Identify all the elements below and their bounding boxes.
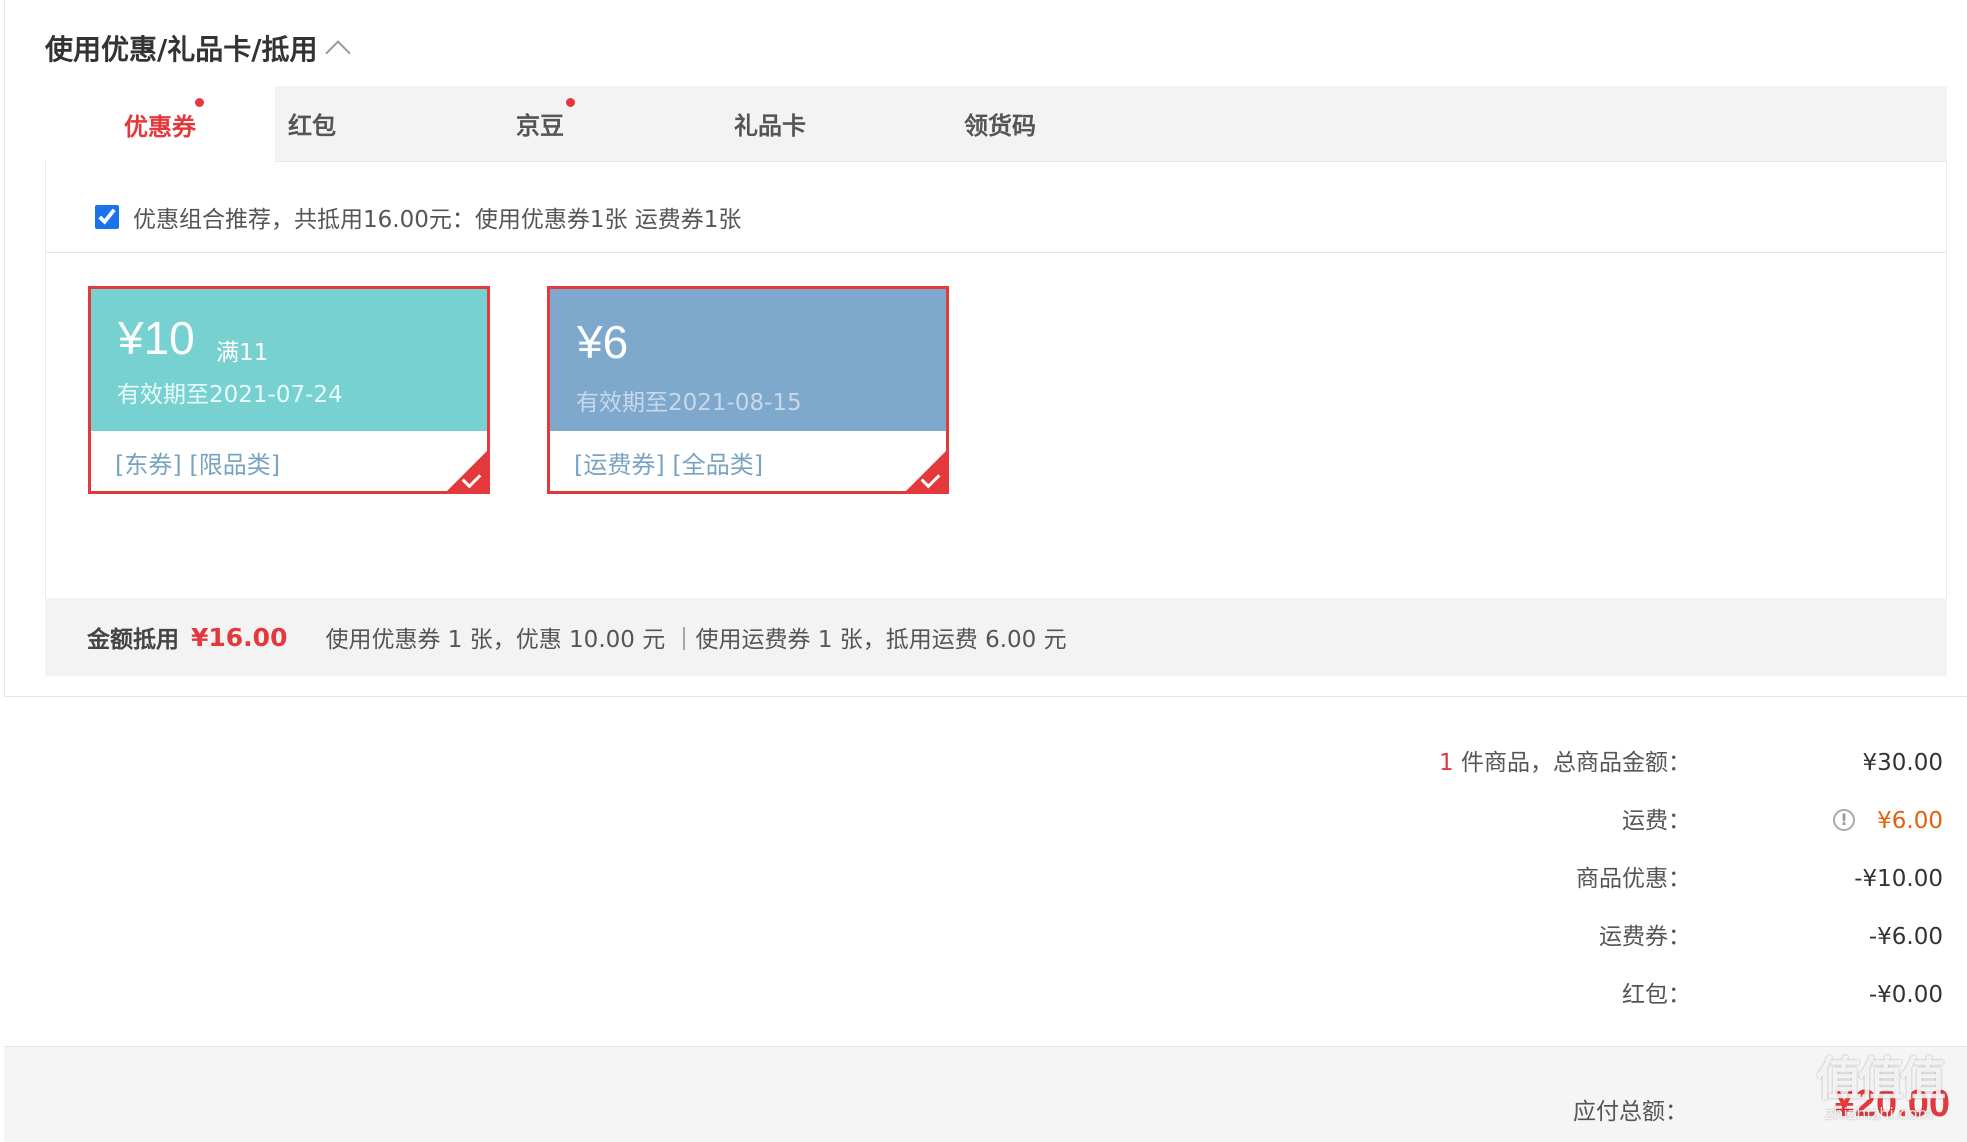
tab-label: 京豆 [516, 112, 564, 140]
watermark-logo: 值值值 [1816, 1052, 1946, 1106]
total-bar: 应付总额： ¥20.00 [4, 1046, 1967, 1142]
combo-recommendation: 优惠组合推荐，共抵用16.00元：使用优惠券1张 运费券1张 [45, 192, 741, 242]
discount-summary: 金额抵用 ¥16.00 使用优惠券 1 张，优惠 10.00 元 ｜使用运费券 … [45, 598, 1947, 676]
info-icon[interactable]: ! [1833, 809, 1855, 831]
items-label: 1 件商品，总商品金额： [1439, 743, 1691, 783]
coupon-card[interactable]: ¥10 满11 有效期至2021-07-24 [东券] [限品类] [88, 286, 490, 494]
summary-label: 金额抵用 [87, 627, 179, 653]
divider [45, 252, 1947, 253]
red-packet-value: -¥0.00 [1868, 982, 1943, 1008]
tab-label: 礼品卡 [734, 112, 806, 140]
summary-detail: 使用优惠券 1 张，优惠 10.00 元 ｜使用运费券 1 张，抵用运费 6.0… [325, 627, 1067, 653]
price-row-red-packet: 红包： -¥0.00 [0, 975, 1967, 1015]
discount-tabs: 优惠券 红包 京豆 礼品卡 领货码 [45, 86, 1947, 162]
tab-redeem-code[interactable]: 领货码 [885, 86, 1115, 161]
coupon-amount: ¥6 [577, 316, 629, 368]
shipping-value: ¥6.00 [1877, 808, 1943, 834]
site-watermark: 值值值 zhizhizhi.com [1799, 1052, 1959, 1136]
tab-jd-beans[interactable]: 京豆 [425, 86, 655, 161]
total-label: 应付总额： [1573, 1099, 1688, 1125]
section-header[interactable]: 使用优惠/礼品卡/抵用 [45, 28, 352, 68]
coupon-expiry: 有效期至2021-07-24 [117, 382, 343, 408]
coupon-top: ¥10 满11 有效期至2021-07-24 [91, 289, 487, 431]
coupon-expiry: 有效期至2021-08-15 [576, 390, 802, 416]
shipping-coupon-value: -¥6.00 [1868, 924, 1943, 950]
chevron-up-icon[interactable] [325, 40, 352, 66]
watermark-url: zhizhizhi.com [1824, 1104, 1934, 1123]
price-row-discount: 商品优惠： -¥10.00 [0, 859, 1967, 899]
price-row-shipping: 运费： ! ¥6.00 [0, 801, 1967, 841]
coupon-condition: 满11 [216, 340, 269, 366]
discount-label: 商品优惠： [1576, 866, 1691, 892]
items-count: 1 [1439, 750, 1454, 776]
coupon-amount: ¥10 [118, 312, 195, 364]
tab-red-packet[interactable]: 红包 [197, 86, 427, 161]
tab-label: 领货码 [964, 112, 1036, 140]
combo-checkbox[interactable] [95, 205, 119, 229]
coupon-tags: [东券] [限品类] [115, 451, 281, 479]
price-row-items: 1 件商品，总商品金额： ¥30.00 [0, 743, 1967, 783]
red-packet-label: 红包： [1622, 982, 1691, 1008]
coupon-top: ¥6 有效期至2021-08-15 [550, 289, 946, 431]
items-label-text: 件商品，总商品金额： [1453, 750, 1691, 776]
shipping-label: 运费： [1622, 808, 1691, 834]
discount-value: -¥10.00 [1854, 866, 1943, 892]
items-value: ¥30.00 [1862, 750, 1943, 776]
summary-amount: ¥16.00 [191, 622, 288, 652]
shipping-coupon-label: 运费券： [1599, 924, 1691, 950]
tab-label: 优惠券 [124, 112, 196, 141]
tab-label: 红包 [288, 112, 336, 140]
tab-gift-card[interactable]: 礼品卡 [655, 86, 885, 161]
new-dot-icon [566, 98, 575, 107]
section-title: 使用优惠/礼品卡/抵用 [45, 33, 318, 66]
coupon-tags: [运费券] [全品类] [574, 451, 764, 479]
coupon-card[interactable]: ¥6 有效期至2021-08-15 [运费券] [全品类] [547, 286, 949, 494]
combo-text: 优惠组合推荐，共抵用16.00元：使用优惠券1张 运费券1张 [133, 207, 742, 233]
price-row-shipping-coupon: 运费券： -¥6.00 [0, 917, 1967, 957]
